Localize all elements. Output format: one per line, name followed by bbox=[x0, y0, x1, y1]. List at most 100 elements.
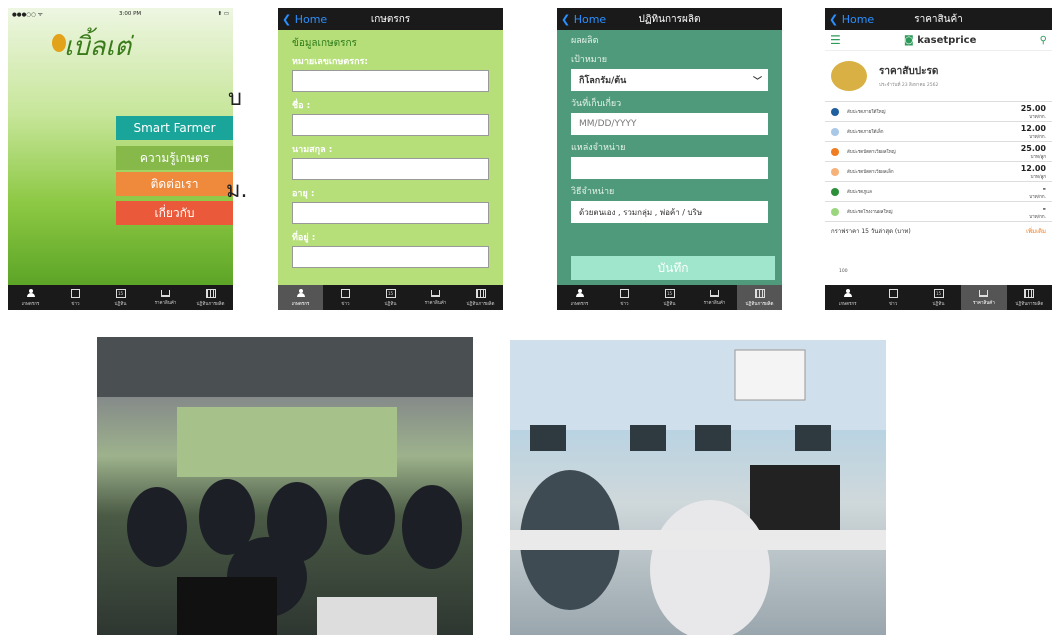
cart-icon bbox=[431, 289, 440, 297]
tab-farmer[interactable]: เกษตรกร bbox=[8, 285, 53, 310]
production-form: ผลผลิต เป้าหมาย กิโลกรัม/ต้น ﹀ วันที่เก็บ… bbox=[557, 30, 782, 225]
tab-production[interactable]: ปฏิทินการผลิต bbox=[1007, 285, 1052, 310]
smart-farmer-button[interactable]: Smart Farmer bbox=[116, 116, 233, 140]
search-icon[interactable]: ⚲ bbox=[1040, 35, 1047, 46]
price-row[interactable]: สับปะรดโรงงานผลใหญ่ - บาท/กก. bbox=[825, 202, 1052, 222]
app-logo: เบิ้ลเต่ bbox=[64, 32, 132, 62]
production-screen: ❮ Home ปฏิทินการผลิต ผลผลิต เป้าหมาย กิโ… bbox=[557, 8, 782, 310]
overlay-text-1: บ bbox=[228, 86, 242, 111]
tab-prices[interactable]: ราคาสินค้า bbox=[692, 285, 737, 310]
training-photo-outdoor bbox=[97, 337, 473, 635]
method-input[interactable]: ด้วยตนเอง , รวมกลุ่ม , พ่อค้า / บริษ bbox=[571, 201, 768, 223]
back-button[interactable]: ❮ Home bbox=[561, 13, 606, 26]
source-input[interactable] bbox=[571, 157, 768, 179]
pineapple-image bbox=[831, 61, 867, 91]
color-dot bbox=[831, 147, 839, 156]
farmer-form: ข้อมูลเกษตรกร หมายเลขเกษตรกร: ชื่อ : นาม… bbox=[278, 30, 503, 280]
battery-indicator: ⬆ ▭ bbox=[217, 11, 229, 17]
first-name-input[interactable] bbox=[292, 114, 489, 136]
price-list: สับปะรดภายใต้ใหญ่ 25.00 บาท/กก. สับปะรดภาย… bbox=[825, 102, 1052, 222]
age-label: อายุ : bbox=[292, 189, 315, 199]
form-heading: ข้อมูลเกษตรกร bbox=[292, 38, 357, 49]
price-row[interactable]: สับปะรดภายใต้เล็ก 12.00 บาท/กก. bbox=[825, 122, 1052, 142]
color-dot bbox=[831, 167, 839, 176]
farmer-id-label: หมายเลขเกษตรกร: bbox=[292, 57, 368, 67]
calendar-icon: 15 bbox=[385, 288, 396, 298]
tab-production[interactable]: ปฏิทินการผลิต bbox=[737, 285, 782, 310]
price-row[interactable]: สับปะรดภายใต้ใหญ่ 25.00 บาท/กก. bbox=[825, 102, 1052, 122]
signal-indicator: ●●●○○ ᯤ bbox=[12, 12, 43, 18]
back-button[interactable]: ❮ Home bbox=[282, 13, 327, 26]
user-icon bbox=[26, 288, 36, 298]
tab-news[interactable]: ข่าว bbox=[53, 285, 98, 310]
price-row[interactable]: สับปะรดปัตตาเวียผลเล็ก 12.00 บาท/ลูก bbox=[825, 162, 1052, 182]
prices-screen: ❮ Home ราคาสินค้า ☰ ◙ kasetprice ⚲ ราคาส… bbox=[825, 8, 1052, 310]
status-bar: ●●●○○ ᯤ 3:00 PM ⬆ ▭ bbox=[8, 8, 233, 20]
graph-more-link[interactable]: เพิ่มเติม bbox=[1026, 226, 1046, 236]
training-photo-classroom bbox=[510, 340, 886, 635]
tab-prices[interactable]: ราคาสินค้า bbox=[413, 285, 458, 310]
target-label: เป้าหมาย bbox=[571, 55, 608, 65]
graph-axis-tick: 100 bbox=[839, 269, 848, 274]
nav-bar: ❮ Home ราคาสินค้า bbox=[825, 8, 1052, 30]
home-screen: ●●●○○ ᯤ 3:00 PM ⬆ ▭ เบิ้ลเต่ Smart Farme… bbox=[8, 8, 233, 310]
outdoor-scene bbox=[97, 337, 473, 635]
user-icon bbox=[843, 288, 853, 298]
cart-icon bbox=[979, 289, 989, 297]
color-dot bbox=[831, 127, 839, 136]
tab-bar: เกษตรกร ข่าว 15 ปฏิทิน ราคาสินค้า ปฏิทินก… bbox=[278, 285, 503, 310]
tab-prices[interactable]: ราคาสินค้า bbox=[143, 285, 188, 310]
production-calendar-icon bbox=[754, 288, 765, 298]
tab-calendar[interactable]: 15 ปฏิทิน bbox=[98, 285, 143, 310]
clock: 3:00 PM bbox=[119, 11, 142, 17]
contact-button[interactable]: ติดต่อเรา bbox=[116, 172, 233, 196]
tab-farmer[interactable]: เกษตรกร bbox=[557, 285, 602, 310]
tab-news[interactable]: ข่าว bbox=[602, 285, 647, 310]
age-input[interactable] bbox=[292, 202, 489, 224]
leaf-logo-icon: ◙ bbox=[904, 34, 914, 46]
color-dot bbox=[831, 107, 839, 116]
news-icon bbox=[620, 288, 629, 298]
tab-calendar[interactable]: 15 ปฏิทิน bbox=[647, 285, 692, 310]
harvest-date-input[interactable]: MM/DD/YYYY bbox=[571, 113, 768, 135]
tab-production[interactable]: ปฏิทินการผลิต bbox=[458, 285, 503, 310]
tab-farmer[interactable]: เกษตรกร bbox=[278, 285, 323, 310]
price-graph-header: กราฟราคา 15 วันล่าสุด (บาท) เพิ่มเติม bbox=[825, 222, 1052, 240]
tab-bar: เกษตรกร ข่าว 15 ปฏิทิน ราคาสินค้า ปฏิทินก… bbox=[8, 285, 233, 310]
brand-name: ◙ kasetprice bbox=[904, 34, 977, 46]
news-icon bbox=[888, 288, 898, 298]
price-header: ราคาสับปะรด ประจำวันที่ 23 สิงหาคม 2562 bbox=[825, 51, 1052, 102]
tab-calendar[interactable]: 15 ปฏิทิน bbox=[368, 285, 413, 310]
back-button[interactable]: ❮ Home bbox=[829, 13, 874, 26]
tab-production[interactable]: ปฏิทินการผลิต bbox=[188, 285, 233, 310]
address-label: ที่อยู่ : bbox=[292, 233, 316, 243]
tab-news[interactable]: ข่าว bbox=[870, 285, 915, 310]
price-row[interactable]: สับปะรดภูแล - บาท/กก. bbox=[825, 182, 1052, 202]
price-date: ประจำวันที่ 23 สิงหาคม 2562 bbox=[879, 83, 939, 88]
production-calendar-icon bbox=[1024, 288, 1035, 298]
price-row[interactable]: สับปะรดปัตตาเวียผลใหญ่ 25.00 บาท/ลูก bbox=[825, 142, 1052, 162]
menu-icon[interactable]: ☰ bbox=[830, 33, 841, 47]
news-icon bbox=[71, 288, 80, 298]
cart-icon bbox=[161, 289, 170, 297]
tab-calendar[interactable]: 15 ปฏิทิน bbox=[916, 285, 961, 310]
address-input[interactable] bbox=[292, 246, 489, 268]
method-label: วิธีจำหน่าย bbox=[571, 187, 615, 197]
farmer-id-input[interactable] bbox=[292, 70, 489, 92]
tab-news[interactable]: ข่าว bbox=[323, 285, 368, 310]
harvest-date-label: วันที่เก็บเกี่ยว bbox=[571, 99, 622, 109]
save-button[interactable]: บันทึก bbox=[571, 256, 775, 280]
knowledge-button[interactable]: ความรู้เกษตร bbox=[116, 146, 233, 170]
last-name-input[interactable] bbox=[292, 158, 489, 180]
unit-select[interactable]: กิโลกรัม/ต้น ﹀ bbox=[571, 69, 768, 91]
nav-bar: ❮ Home ปฏิทินการผลิต bbox=[557, 8, 782, 30]
about-button[interactable]: เกี่ยวกับ bbox=[116, 201, 233, 225]
first-name-label: ชื่อ : bbox=[292, 101, 311, 111]
tab-farmer[interactable]: เกษตรกร bbox=[825, 285, 870, 310]
yield-label: ผลผลิต bbox=[571, 36, 599, 46]
nav-bar: ❮ Home เกษตรกร bbox=[278, 8, 503, 30]
calendar-icon: 15 bbox=[115, 288, 126, 298]
tab-prices[interactable]: ราคาสินค้า bbox=[961, 285, 1007, 310]
tab-bar: เกษตรกร ข่าว 15 ปฏิทิน ราคาสินค้า ปฏิทินก… bbox=[557, 285, 782, 310]
user-icon bbox=[575, 288, 585, 298]
